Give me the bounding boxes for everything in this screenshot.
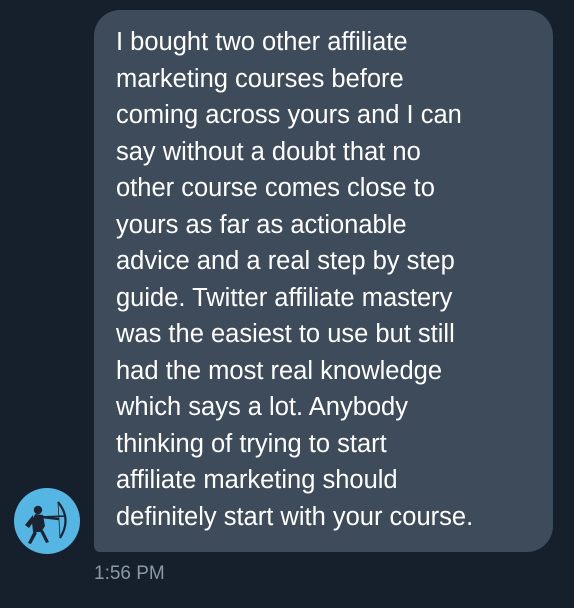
message-line: was the easiest to use but still <box>116 320 455 348</box>
message-line: guide. Twitter affiliate mastery <box>116 284 453 312</box>
sender-avatar[interactable] <box>14 488 80 554</box>
message-timestamp: 1:56 PM <box>94 563 165 584</box>
archer-avatar-icon <box>25 501 67 544</box>
message-line: affiliate marketing should <box>116 466 398 494</box>
message-line: yours as far as actionable <box>116 211 407 239</box>
message-line: I bought two other affiliate <box>116 28 408 56</box>
message-line: marketing courses before <box>116 65 404 93</box>
message-line: coming across yours and I can <box>116 101 462 129</box>
message-line: advice and a real step by step <box>116 247 455 275</box>
message-bubble[interactable]: I bought two other affiliate marketing c… <box>94 10 553 552</box>
message-line: other course comes close to <box>116 174 435 202</box>
message-line: had the most real knowledge <box>116 357 443 385</box>
message-line: which says a lot. Anybody <box>116 393 408 421</box>
message-line: thinking of trying to start <box>116 430 387 458</box>
message-line: say without a doubt that no <box>116 138 421 166</box>
message-line: definitely start with your course. <box>116 503 474 531</box>
dm-conversation: I bought two other affiliate marketing c… <box>0 0 574 608</box>
